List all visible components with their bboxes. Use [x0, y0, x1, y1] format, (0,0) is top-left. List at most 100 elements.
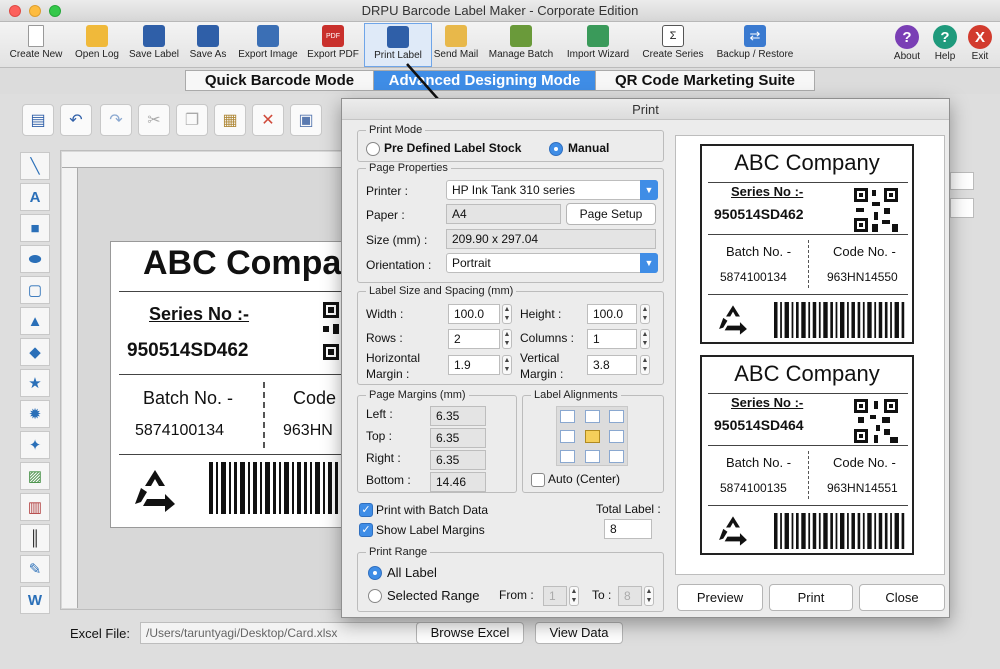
line-tool-icon[interactable]: ╲	[20, 152, 50, 180]
from-stepper[interactable]: ▲ ▼	[569, 586, 579, 606]
print-with-batch-checkbox[interactable]: ✓	[359, 503, 373, 517]
predefined-label-stock-radio[interactable]	[366, 142, 380, 156]
save-label-button[interactable]: Save Label	[126, 23, 182, 67]
height-stepper[interactable]: ▲ ▼	[640, 304, 650, 324]
exit-button[interactable]: X Exit	[964, 23, 996, 67]
close-button[interactable]: Close	[859, 584, 945, 611]
total-label-input[interactable]: 8	[604, 519, 652, 539]
diamond-tool-icon[interactable]: ◆	[20, 338, 50, 366]
align-bottom-center-icon[interactable]	[585, 450, 600, 463]
to-input[interactable]: 8	[618, 586, 642, 606]
zoom-window-button[interactable]	[49, 5, 61, 17]
all-label-radio[interactable]	[368, 566, 382, 580]
auto-center-label[interactable]: Auto (Center)	[548, 472, 620, 486]
manage-batch-button[interactable]: Manage Batch	[484, 23, 558, 67]
ellipse-tool-icon[interactable]: ⬬	[20, 245, 50, 273]
selected-range-radio[interactable]	[368, 589, 382, 603]
columns-input[interactable]: 1	[587, 329, 637, 349]
paste-icon[interactable]: ▦	[214, 104, 246, 136]
triangle-tool-icon[interactable]: ▲	[20, 307, 50, 335]
align-middle-right-icon[interactable]	[609, 430, 624, 443]
help-button[interactable]: ? Help	[928, 23, 962, 67]
view-data-button[interactable]: View Data	[535, 622, 623, 644]
properties-field[interactable]	[950, 198, 974, 218]
manual-label[interactable]: Manual	[568, 141, 609, 155]
design-batch-value[interactable]: 5874100134	[135, 422, 224, 440]
copy-icon[interactable]: ❐	[176, 104, 208, 136]
arrange-icon[interactable]: ▣	[290, 104, 322, 136]
width-stepper[interactable]: ▲ ▼	[502, 304, 512, 324]
align-top-left-icon[interactable]	[560, 410, 575, 423]
properties-icon[interactable]: ▤	[22, 104, 54, 136]
page-setup-button[interactable]: Page Setup	[566, 203, 656, 225]
export-image-button[interactable]: Export Image	[234, 23, 302, 67]
recycle-icon[interactable]	[131, 468, 179, 514]
align-bottom-left-icon[interactable]	[560, 450, 575, 463]
selected-range-label[interactable]: Selected Range	[387, 588, 480, 603]
align-top-right-icon[interactable]	[609, 410, 624, 423]
manual-radio[interactable]	[549, 142, 563, 156]
watermark-tool-icon[interactable]: W	[20, 586, 50, 614]
vertical-margin-stepper[interactable]: ▲ ▼	[640, 355, 650, 375]
create-new-button[interactable]: Create New	[4, 23, 68, 67]
design-label[interactable]: ABC Compan Series No :- 950514SD462 Batc…	[110, 241, 360, 528]
width-input[interactable]: 100.0	[448, 304, 500, 324]
redo-icon[interactable]: ↷	[100, 104, 132, 136]
horizontal-margin-stepper[interactable]: ▲ ▼	[502, 355, 512, 375]
tab-quick-barcode-mode[interactable]: Quick Barcode Mode	[186, 71, 374, 90]
auto-center-checkbox[interactable]	[531, 473, 545, 487]
preview-button[interactable]: Preview	[677, 584, 763, 611]
tab-qr-code-marketing-suite[interactable]: QR Code Marketing Suite	[596, 71, 814, 90]
design-series-label[interactable]: Series No :-	[149, 304, 249, 325]
show-label-margins-label[interactable]: Show Label Margins	[376, 523, 485, 537]
properties-field[interactable]	[950, 172, 974, 190]
design-barcode[interactable]	[209, 462, 359, 514]
library-tool-icon[interactable]: ▥	[20, 493, 50, 521]
print-button[interactable]: Print	[769, 584, 853, 611]
vertical-margin-input[interactable]: 3.8	[587, 355, 637, 375]
design-code-value[interactable]: 963HN	[283, 422, 333, 440]
star-tool-icon[interactable]: ★	[20, 369, 50, 397]
shape-tool-icon[interactable]: ✦	[20, 431, 50, 459]
save-as-button[interactable]: Save As	[184, 23, 232, 67]
delete-icon[interactable]: ✕	[252, 104, 284, 136]
create-series-button[interactable]: Σ Create Series	[638, 23, 708, 67]
rounded-rectangle-tool-icon[interactable]: ▢	[20, 276, 50, 304]
minimize-window-button[interactable]	[29, 5, 41, 17]
rows-input[interactable]: 2	[448, 329, 500, 349]
design-code-label[interactable]: Code	[293, 388, 336, 409]
signature-tool-icon[interactable]: ✎	[20, 555, 50, 583]
design-series-value[interactable]: 950514SD462	[127, 340, 249, 362]
image-tool-icon[interactable]: ▨	[20, 462, 50, 490]
text-tool-icon[interactable]: A	[20, 183, 50, 211]
cut-icon[interactable]: ✂	[138, 104, 170, 136]
rectangle-tool-icon[interactable]: ■	[20, 214, 50, 242]
close-window-button[interactable]	[9, 5, 21, 17]
align-bottom-right-icon[interactable]	[609, 450, 624, 463]
from-input[interactable]: 1	[543, 586, 567, 606]
export-pdf-button[interactable]: PDF Export PDF	[304, 23, 362, 67]
align-center-icon[interactable]	[585, 430, 600, 443]
orientation-select[interactable]: Portrait ▼	[446, 253, 658, 273]
import-wizard-button[interactable]: Import Wizard	[561, 23, 635, 67]
height-input[interactable]: 100.0	[587, 304, 637, 324]
backup-restore-button[interactable]: ⇄ Backup / Restore	[710, 23, 800, 67]
columns-stepper[interactable]: ▲ ▼	[640, 329, 650, 349]
about-button[interactable]: ? About	[888, 23, 926, 67]
horizontal-margin-input[interactable]: 1.9	[448, 355, 500, 375]
show-label-margins-checkbox[interactable]: ✓	[359, 523, 373, 537]
design-batch-label[interactable]: Batch No. -	[143, 388, 233, 409]
design-company-text[interactable]: ABC Compan	[143, 244, 359, 283]
printer-select[interactable]: HP Ink Tank 310 series ▼	[446, 180, 658, 200]
align-top-center-icon[interactable]	[585, 410, 600, 423]
to-stepper[interactable]: ▲ ▼	[644, 586, 654, 606]
open-log-button[interactable]: Open Log	[70, 23, 124, 67]
align-middle-left-icon[interactable]	[560, 430, 575, 443]
rows-stepper[interactable]: ▲ ▼	[502, 329, 512, 349]
browse-excel-button[interactable]: Browse Excel	[416, 622, 524, 644]
undo-icon[interactable]: ↶	[60, 104, 92, 136]
predefined-label-stock-label[interactable]: Pre Defined Label Stock	[384, 141, 521, 155]
barcode-tool-icon[interactable]: ║	[20, 524, 50, 552]
print-with-batch-label[interactable]: Print with Batch Data	[376, 503, 488, 517]
all-label-label[interactable]: All Label	[387, 565, 437, 580]
